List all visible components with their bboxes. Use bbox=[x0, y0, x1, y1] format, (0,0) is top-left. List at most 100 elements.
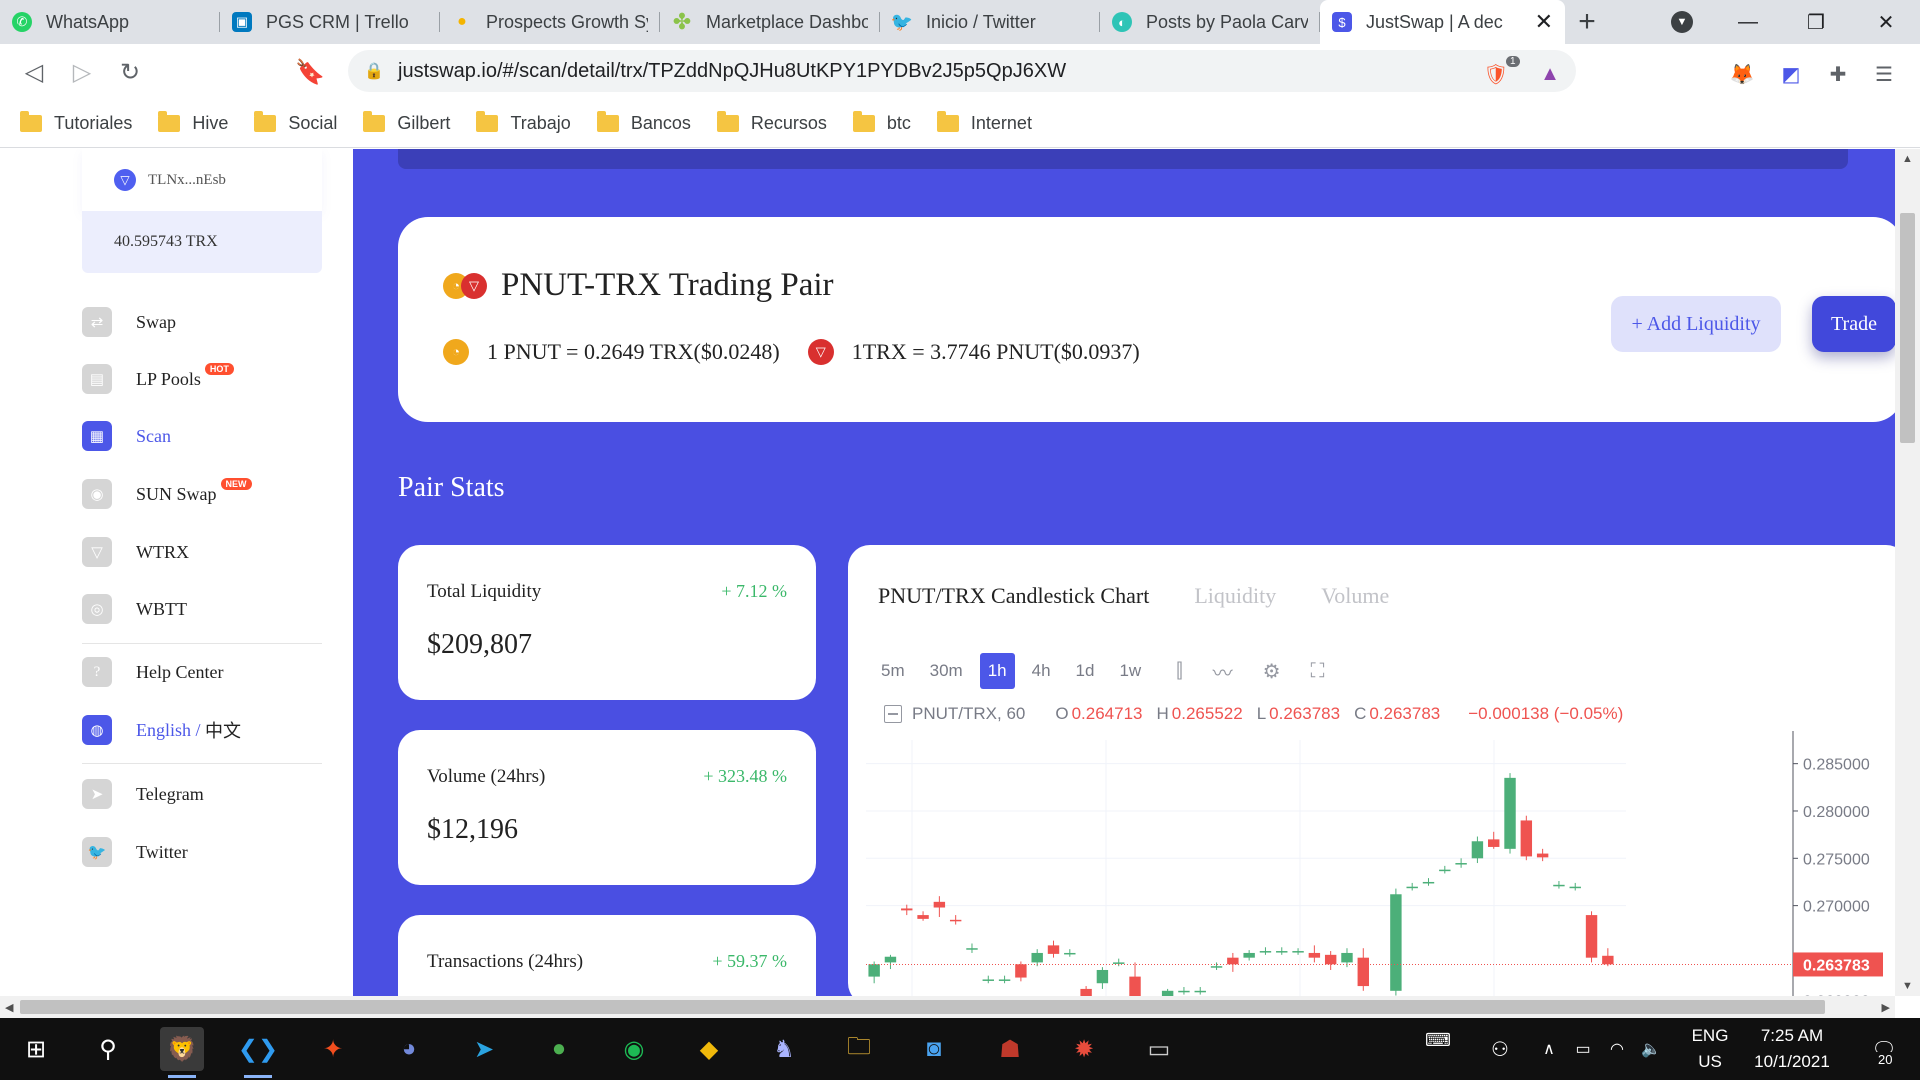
top-banner-strip bbox=[398, 149, 1848, 169]
search-icon[interactable]: ⚲ bbox=[86, 1027, 130, 1071]
people-icon[interactable]: ⚇ bbox=[1478, 1027, 1522, 1071]
battery-icon[interactable]: ▭ bbox=[1568, 1027, 1598, 1071]
tab-twitter[interactable]: 🐦 Inicio / Twitter bbox=[880, 0, 1100, 44]
sidebar-item-help-center[interactable]: ? Help Center bbox=[82, 657, 223, 687]
restore-icon[interactable]: ❐ bbox=[1786, 0, 1846, 44]
sidebar-item-scan[interactable]: ▦ Scan bbox=[82, 421, 171, 451]
bookmark-btc[interactable]: btc bbox=[852, 111, 911, 134]
candlestick-chart[interactable]: 0.2850000.2800000.2750000.2700000.260000… bbox=[848, 545, 1895, 996]
bookmark-bancos[interactable]: Bancos bbox=[596, 111, 691, 134]
sidebar-item-telegram[interactable]: ➤ Telegram bbox=[82, 779, 204, 809]
app-game-icon[interactable]: ☗ bbox=[988, 1027, 1032, 1071]
clover-icon: ✤ bbox=[672, 9, 692, 34]
new-tab-button[interactable]: + bbox=[1565, 0, 1609, 44]
scroll-up-icon[interactable]: ▲ bbox=[1902, 153, 1913, 165]
scroll-left-icon[interactable]: ◀ bbox=[5, 1001, 13, 1014]
extension-icon[interactable]: ◩ bbox=[1775, 58, 1807, 90]
lock-icon: 🔒 bbox=[364, 63, 384, 80]
sidebar-item-wbtt[interactable]: ◎ WBTT bbox=[82, 594, 187, 624]
telegram-app-icon[interactable]: ➤ bbox=[462, 1027, 506, 1071]
chevron-up-icon[interactable]: ∧ bbox=[1534, 1027, 1564, 1071]
tron-wallet-icon: ▽ bbox=[114, 169, 136, 191]
bookmark-internet[interactable]: Internet bbox=[936, 111, 1032, 134]
tab-search-icon[interactable]: ▼ bbox=[1652, 0, 1712, 44]
close-window-icon[interactable]: ✕ bbox=[1856, 0, 1916, 44]
horizontal-scrollbar[interactable]: ◀ ▶ bbox=[0, 996, 1895, 1018]
scroll-right-icon[interactable]: ▶ bbox=[1882, 1001, 1890, 1014]
keyboard-icon[interactable]: ⌨ bbox=[1416, 1018, 1460, 1062]
candle-body bbox=[1259, 951, 1272, 953]
add-liquidity-button[interactable]: + Add Liquidity bbox=[1611, 296, 1781, 352]
tab-posts[interactable]: ◐ Posts by Paola Carva bbox=[1100, 0, 1320, 44]
lang-chinese[interactable]: 中文 bbox=[205, 717, 241, 743]
bookmark-gilbert[interactable]: Gilbert bbox=[363, 111, 450, 134]
url-path: /#/scan/detail/trx/TPZddNpQJHu8UtKPY1PYD… bbox=[496, 59, 1067, 82]
app-leaf-icon[interactable]: ● bbox=[537, 1027, 581, 1071]
sidebar-item-swap[interactable]: ⇄ Swap bbox=[82, 307, 176, 337]
horizontal-scroll-thumb[interactable] bbox=[20, 1000, 1825, 1014]
candle-body bbox=[1422, 881, 1435, 884]
bookmark-icon[interactable]: 🔖 bbox=[286, 44, 334, 100]
discord-icon[interactable]: ◕ bbox=[387, 1027, 431, 1071]
tab-justswap[interactable]: $ JustSwap | A dec ✕ bbox=[1320, 0, 1565, 44]
lang-english[interactable]: English bbox=[136, 720, 191, 741]
brave-browser-icon[interactable]: 🦁 bbox=[160, 1027, 204, 1078]
menu-icon[interactable]: ☰ bbox=[1868, 58, 1900, 90]
sidebar-item-label: Scan bbox=[136, 425, 171, 446]
wifi-icon[interactable]: ◠ bbox=[1602, 1027, 1632, 1071]
brave-rewards-icon[interactable]: ▲ bbox=[1534, 58, 1566, 90]
windows-start-icon[interactable]: ⊞ bbox=[14, 1027, 58, 1071]
sidebar-item-sun-swap[interactable]: ◉ SUN Swap NEW bbox=[82, 478, 252, 509]
app-figure-icon[interactable]: ♞ bbox=[762, 1027, 806, 1071]
candle-body bbox=[1406, 886, 1418, 889]
sidebar-item-language[interactable]: ◍ English / 中文 bbox=[82, 715, 241, 745]
sidebar-item-wtrx[interactable]: ▽ WTRX bbox=[82, 537, 189, 567]
tab-prospects[interactable]: ● Prospects Growth Sy bbox=[440, 0, 660, 44]
volume-icon[interactable]: 🔈 bbox=[1636, 1027, 1666, 1071]
figma-icon[interactable]: ✦ bbox=[311, 1027, 355, 1071]
tab-whatsapp[interactable]: ✆ WhatsApp bbox=[0, 0, 220, 44]
binance-icon[interactable]: ◆ bbox=[687, 1027, 731, 1071]
clock[interactable]: 7:25 AM 10/1/2021 bbox=[1742, 1018, 1842, 1080]
candle-body bbox=[1047, 945, 1060, 954]
page-viewport: ▽ TLNx...nEsb 40.595743 TRX ⇄ Swap ▤ LP … bbox=[0, 149, 1920, 996]
folder-icon bbox=[852, 111, 875, 132]
trade-button[interactable]: Trade bbox=[1812, 296, 1895, 352]
candle-body bbox=[1488, 839, 1500, 847]
bookmark-hive[interactable]: Hive bbox=[158, 111, 228, 134]
wbtt-icon: ◎ bbox=[82, 594, 112, 624]
vertical-scrollbar[interactable]: ▲ ▼ bbox=[1895, 149, 1920, 996]
wallet-card[interactable]: ▽ TLNx...nEsb 40.595743 TRX bbox=[82, 149, 322, 273]
sidebar-item-label: Swap bbox=[136, 311, 176, 332]
tab-marketplace[interactable]: ✤ Marketplace Dashbo bbox=[660, 0, 880, 44]
bookmark-trabajo[interactable]: Trabajo bbox=[476, 111, 571, 134]
terminal-icon[interactable]: ▭ bbox=[1137, 1027, 1181, 1071]
puzzle-icon[interactable]: ✚ bbox=[1822, 58, 1854, 90]
bookmark-social[interactable]: Social bbox=[254, 111, 337, 134]
scroll-down-icon[interactable]: ▼ bbox=[1902, 980, 1913, 992]
sidebar-item-twitter[interactable]: 🐦 Twitter bbox=[82, 837, 188, 867]
forward-icon[interactable]: ▷ bbox=[58, 44, 106, 100]
file-explorer-icon[interactable]: 🗀 bbox=[837, 1027, 881, 1071]
bookmark-recursos[interactable]: Recursos bbox=[716, 111, 827, 134]
stat-change: + 59.37 % bbox=[712, 951, 787, 971]
spotify-icon[interactable]: ◉ bbox=[612, 1027, 656, 1071]
language-indicator[interactable]: ENG US bbox=[1688, 1018, 1732, 1080]
minimize-icon[interactable]: — bbox=[1718, 0, 1778, 44]
close-tab-icon[interactable]: ✕ bbox=[1535, 9, 1553, 35]
metamask-icon[interactable]: 🦊 bbox=[1726, 58, 1758, 90]
shield-count-badge: 1 bbox=[1506, 56, 1520, 67]
sidebar-item-lp-pools[interactable]: ▤ LP Pools HOT bbox=[82, 363, 234, 394]
last-price-label: 0.263783 bbox=[1803, 957, 1870, 974]
back-icon[interactable]: ◁ bbox=[10, 44, 58, 100]
app-bug-icon[interactable]: ✹ bbox=[1062, 1027, 1106, 1071]
tab-trello[interactable]: ▣ PGS CRM | Trello bbox=[220, 0, 440, 44]
reload-icon[interactable]: ↻ bbox=[106, 44, 154, 100]
candle-body bbox=[901, 908, 913, 911]
app-camera-icon[interactable]: ◙ bbox=[912, 1027, 956, 1071]
candle-body bbox=[1129, 976, 1141, 996]
bookmark-tutoriales[interactable]: Tutoriales bbox=[20, 111, 132, 134]
vscode-icon[interactable]: ❮❯ bbox=[236, 1027, 280, 1078]
vertical-scroll-thumb[interactable] bbox=[1900, 213, 1915, 443]
url-bar[interactable]: 🔒 justswap.io /#/scan/detail/trx/TPZddNp… bbox=[348, 50, 1576, 92]
